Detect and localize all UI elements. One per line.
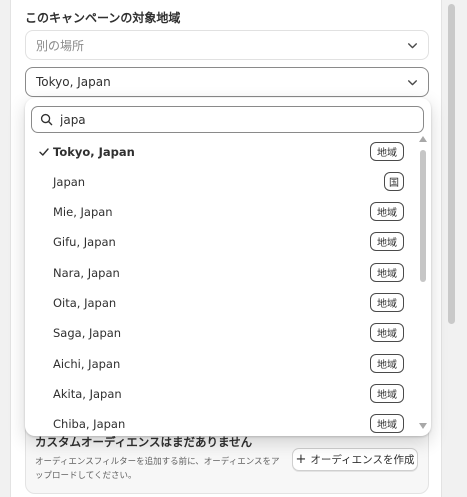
result-item[interactable]: Nara, Japan 地域 [25,259,417,289]
region-select-value: Tokyo, Japan [36,75,111,89]
result-item-badge: 地域 [370,232,404,251]
result-item[interactable]: Saga, Japan 地域 [25,319,417,349]
result-item-badge: 地域 [370,202,404,221]
result-item-label: Japan [53,175,86,189]
search-icon [40,113,53,126]
result-item[interactable]: Gifu, Japan 地域 [25,228,417,258]
audience-card-title: カスタムオーディエンスはまだありません [35,435,253,449]
create-audience-button-label: オーディエンスを作成 [310,454,415,466]
section-label: このキャンペーンの対象地域 [25,11,181,25]
result-item-badge: 地域 [370,384,404,403]
audience-card-description: オーディエンスフィルターを追加する前に、オーディエンスをアップロードしてください… [35,457,280,481]
left-frame [0,0,11,497]
result-item-badge: 地域 [370,354,404,373]
result-item-label: Chiba, Japan [53,417,126,431]
location-select[interactable]: 別の場所 [25,30,429,60]
scroll-up-arrow-icon[interactable] [419,136,427,142]
result-item-label: Akita, Japan [53,387,122,401]
result-item[interactable]: Akita, Japan 地域 [25,380,417,410]
chevron-down-icon [408,43,417,49]
checkmark-icon [39,148,49,156]
result-item-badge: 地域 [370,142,404,161]
result-item-badge: 地域 [370,323,404,342]
result-item-label: Oita, Japan [53,296,117,310]
result-item-label: Saga, Japan [53,326,122,340]
page-scrollbar-thumb[interactable] [448,4,455,324]
result-item[interactable]: Mie, Japan 地域 [25,198,417,228]
result-item[interactable]: Japan 国 [25,168,417,198]
result-item[interactable]: Tokyo, Japan 地域 [25,138,417,168]
result-item-badge: 地域 [370,263,404,282]
search-input[interactable] [60,112,410,127]
result-item-badge: 国 [384,172,404,191]
result-item-label: Nara, Japan [53,266,120,280]
result-item-badge: 地域 [370,414,404,433]
result-item-label: Mie, Japan [53,205,113,219]
result-item-badge: 地域 [370,293,404,312]
result-item-label: Aichi, Japan [53,357,121,371]
location-select-placeholder: 別の場所 [36,38,85,53]
region-select[interactable]: Tokyo, Japan [25,67,429,97]
results-scrollbar[interactable] [418,136,428,432]
create-audience-button[interactable]: + オーディエンスを作成 [292,448,418,471]
results-scrollbar-thumb[interactable] [420,150,426,282]
plus-icon: + [295,452,307,467]
result-item[interactable]: Aichi, Japan 地域 [25,350,417,380]
result-item-label: Tokyo, Japan [53,145,135,159]
chevron-down-icon [408,80,417,86]
scroll-down-arrow-icon[interactable] [419,423,427,429]
result-item[interactable]: Chiba, Japan 地域 [25,410,417,436]
result-item[interactable]: Oita, Japan 地域 [25,289,417,319]
result-item-label: Gifu, Japan [53,235,116,249]
region-dropdown: Tokyo, Japan 地域 Japan 国 Mie, Japan 地域 Gi… [25,98,431,436]
search-field[interactable] [31,106,424,133]
